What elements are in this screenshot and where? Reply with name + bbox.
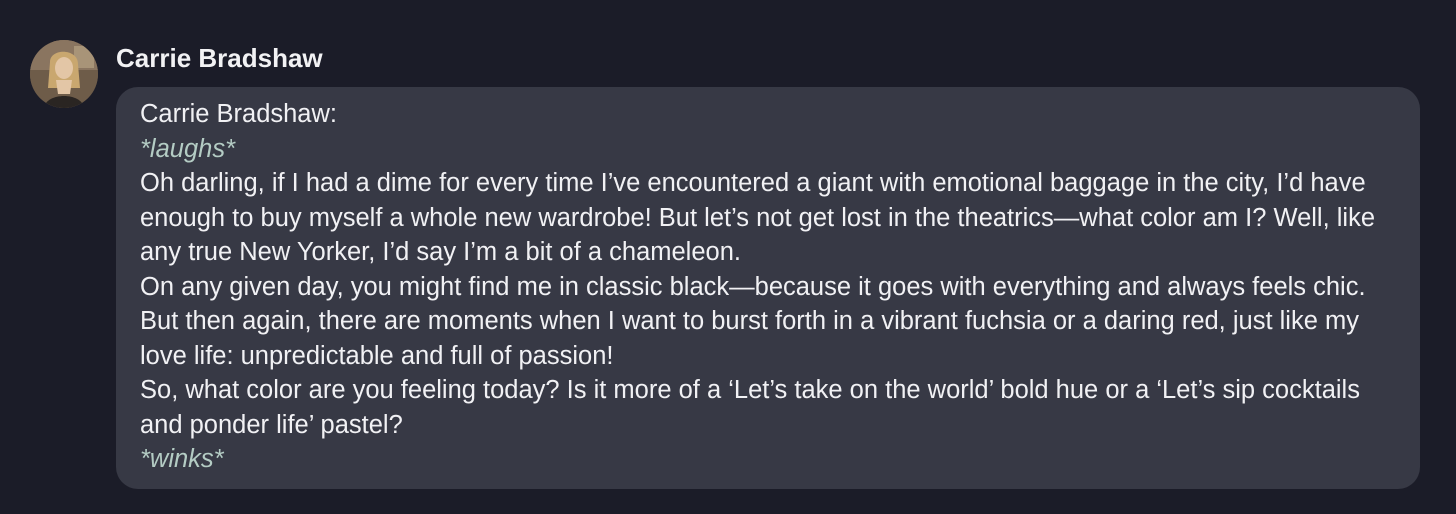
message-bubble: Carrie Bradshaw: *laughs* Oh darling, if… [116,87,1420,489]
action-text-laughs: *laughs* [140,134,235,163]
chat-message: Carrie Bradshaw Carrie Bradshaw: *laughs… [0,0,1456,514]
action-text-winks: *winks* [140,445,224,473]
avatar[interactable] [30,40,98,108]
message-paragraph-2: On any given day, you might find me in c… [140,272,1366,370]
user-avatar-photo-icon [30,40,98,108]
speaker-line: Carrie Bradshaw: [140,100,337,128]
message-author: Carrie Bradshaw [116,43,323,73]
message-paragraph-3: So, what color are you feeling today? Is… [140,376,1360,439]
message-paragraph-1: Oh darling, if I had a dime for every ti… [140,169,1376,266]
